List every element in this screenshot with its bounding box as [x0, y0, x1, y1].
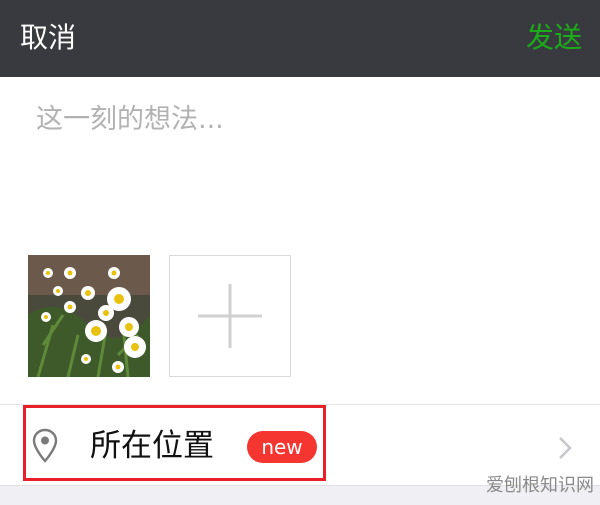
watermark-text: 爱刨根知识网 [486, 475, 594, 496]
chevron-right-icon [559, 437, 572, 459]
add-photo-button[interactable] [169, 255, 291, 377]
attached-photo-thumbnail[interactable] [28, 255, 150, 377]
send-button[interactable]: 发送 [526, 18, 582, 58]
new-badge: new [247, 431, 317, 463]
top-bar: 取消 发送 [0, 0, 600, 77]
cancel-button[interactable]: 取消 [20, 18, 76, 58]
daisy-flowers-photo [28, 255, 150, 377]
location-pin-icon [32, 428, 58, 463]
post-text-input[interactable] [36, 98, 576, 238]
plus-icon [198, 284, 262, 348]
location-label: 所在位置 [90, 428, 214, 464]
